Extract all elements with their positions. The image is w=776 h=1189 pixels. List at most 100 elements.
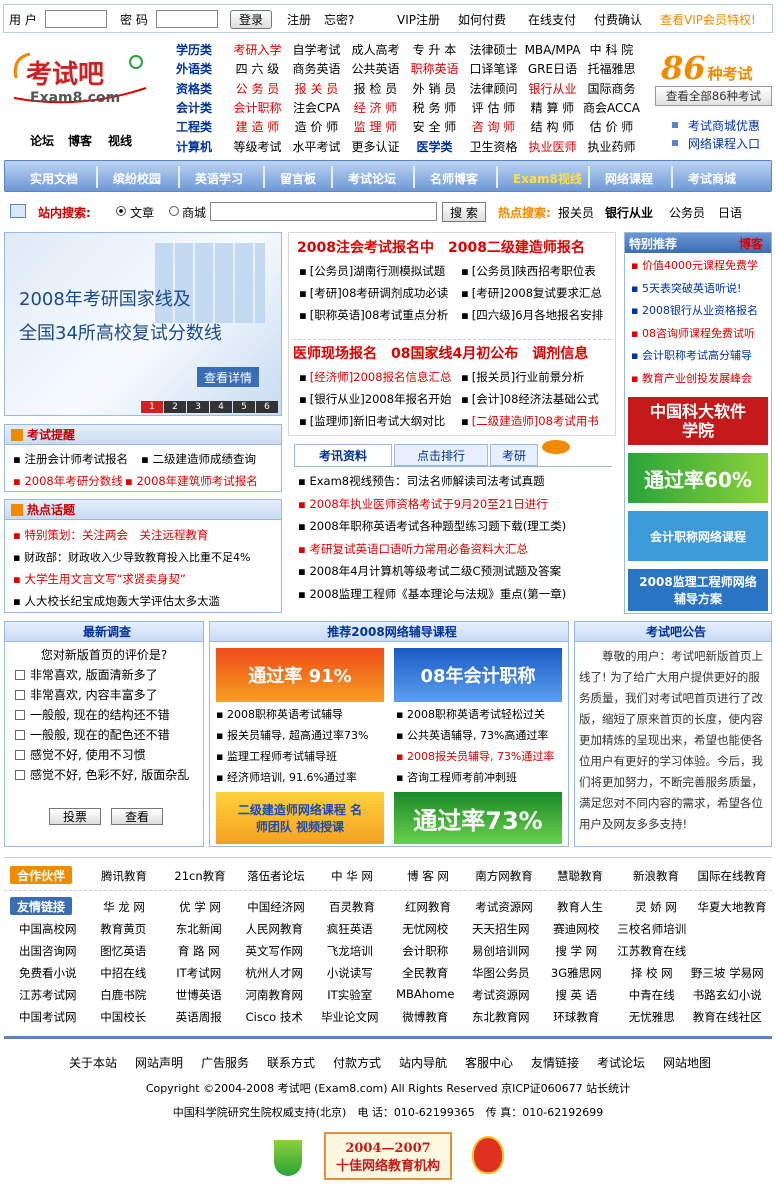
friend-link[interactable]: 中青在线 — [614, 987, 690, 1003]
footer-link[interactable]: 关于本站 — [60, 1054, 126, 1071]
news-item[interactable]: ▪ [考研]2008复试要求汇总 — [461, 285, 602, 301]
friend-link[interactable]: MBAhome — [388, 987, 464, 1003]
category-link[interactable]: 外 销 员 — [405, 80, 464, 97]
survey-checkbox[interactable] — [15, 669, 25, 680]
news-item[interactable]: ▪ [会计]08经济法基础公式 — [461, 391, 599, 407]
friend-link[interactable]: 考试资源网 — [466, 899, 542, 915]
friend-link[interactable]: 江苏考试网 — [10, 987, 86, 1003]
news-item[interactable]: ▪ [职称英语]08考试重点分析 — [299, 307, 448, 323]
partner-link[interactable]: 南方网教育 — [466, 868, 542, 884]
category-link[interactable]: 公 务 员 — [228, 80, 287, 97]
friend-link[interactable]: 华 龙 网 — [86, 899, 162, 915]
tab-ranking[interactable]: 点击排行 — [394, 444, 488, 466]
course-item[interactable]: ▪ 公共英语辅导, 73%高通过率 — [396, 727, 548, 743]
tab-news-item[interactable]: ▪ 2008年4月计算机等级考试二级C预测试题及答案 — [298, 563, 561, 579]
search-button[interactable]: 搜 索 — [442, 202, 486, 222]
category-link[interactable]: 经 济 师 — [346, 99, 405, 116]
news-item[interactable]: ▪ [报关员]行业前景分析 — [461, 369, 584, 385]
exam86-promo[interactable]: 86 种考试 查看全部86种考试 — [655, 44, 773, 108]
category-link[interactable]: 建 造 师 — [228, 118, 287, 135]
friend-link[interactable]: 赛迪网校 — [539, 921, 615, 937]
partner-link[interactable]: 国际在线教育 — [694, 868, 770, 884]
supervisor-course-banner[interactable]: 2008监理工程师网络辅导方案 — [628, 569, 768, 611]
friend-link[interactable]: 杭州人才网 — [237, 965, 313, 981]
special-item[interactable]: ▪ 价值4000元课程免费学 — [631, 257, 758, 273]
news-item[interactable]: ▪ [考研]08考研调剂成功必读 — [299, 285, 448, 301]
partner-link[interactable]: 中 华 网 — [314, 868, 390, 884]
nav-item[interactable]: 考试商城 — [688, 170, 736, 187]
friend-link[interactable]: 江苏教育在线 — [614, 943, 690, 959]
partner-link[interactable]: 落伍者论坛 — [238, 868, 314, 884]
friend-link[interactable]: 中国校长 — [86, 1009, 162, 1025]
special-item[interactable]: ▪ 08咨询师课程免费试听 — [631, 325, 755, 341]
tab-news-item[interactable]: ▪ 考研复试英语口语听力常用必备资料大汇总 — [298, 541, 528, 557]
footer-link[interactable]: 友情链接 — [522, 1054, 588, 1071]
category-link[interactable]: 执业医师 — [523, 138, 582, 155]
footer-link[interactable]: 联系方式 — [258, 1054, 324, 1071]
view-result-button[interactable]: 查看 — [111, 808, 163, 825]
category-link[interactable]: 考研入学 — [228, 41, 287, 58]
news-item[interactable]: ▪ [监理师]新旧考试大纲对比 — [299, 413, 445, 429]
friend-link[interactable]: 华夏大地教育 — [694, 899, 770, 915]
forum-link[interactable]: 论坛 — [30, 132, 54, 149]
nav-item[interactable]: 实用文档 — [30, 170, 78, 187]
course-item[interactable]: ▪ 咨询工程师考前冲刺班 — [396, 769, 517, 785]
vision-link[interactable]: 视线 — [108, 132, 132, 149]
friend-link[interactable]: Cisco 技术 — [237, 1009, 313, 1025]
friend-link[interactable]: 会计职称 — [388, 943, 464, 959]
tab-news-item[interactable]: ▪ 2008年执业医师资格考试于9月20至21日进行 — [298, 496, 548, 512]
survey-checkbox[interactable] — [15, 749, 25, 760]
friend-link[interactable]: IT实验室 — [312, 987, 388, 1003]
tab-news-item[interactable]: ▪ 2008年职称英语考试各种题型练习题下载(理工类) — [298, 518, 566, 534]
site-logo[interactable]: 考试吧 Exam8.com 论坛 博客 视线 — [6, 40, 171, 150]
footer-link[interactable]: 付款方式 — [324, 1054, 390, 1071]
friend-link[interactable]: 世博英语 — [161, 987, 237, 1003]
blog-link[interactable]: 博客 — [68, 132, 92, 149]
category-link[interactable]: 更多认证 — [346, 138, 405, 155]
special-item[interactable]: ▪ 会计职称考试高分辅导 — [631, 347, 752, 363]
friend-link[interactable]: 无忧雅思 — [614, 1009, 690, 1025]
category-link[interactable]: 咨 询 师 — [464, 118, 523, 135]
category-link[interactable]: 银行从业 — [523, 80, 582, 97]
remind-item[interactable]: ▪ 二级建造师成绩查询 — [141, 451, 256, 467]
nav-item[interactable]: 网络课程 — [605, 170, 653, 187]
hot-search-link[interactable]: 公务员 — [669, 204, 705, 221]
nav-item[interactable]: Exam8视线 — [513, 170, 582, 187]
friend-link[interactable]: 教育在线社区 — [690, 1009, 766, 1025]
hero-page-button[interactable]: 6 — [256, 401, 278, 413]
hot-item[interactable]: ▪ 人大校长纪宝成炮轰大学评估太多太滥 — [13, 593, 220, 609]
radio-mall[interactable] — [169, 206, 179, 216]
category-link[interactable]: 四 六 级 — [228, 60, 287, 77]
friend-link[interactable]: 中招在线 — [86, 965, 162, 981]
register-link[interactable]: 注册 — [287, 11, 311, 28]
course-item[interactable]: ▪ 经济师培训, 91.6%通过率 — [216, 769, 357, 785]
category-link[interactable]: 商会ACCA — [582, 99, 641, 116]
survey-option[interactable]: 感觉不好, 色彩不好, 版面杂乱 — [15, 766, 189, 783]
tab-kaoyan[interactable]: 考研 — [490, 444, 538, 466]
category-link[interactable]: 评 估 师 — [464, 99, 523, 116]
survey-option[interactable]: 非常喜欢, 版面清新多了 — [15, 666, 158, 683]
friend-link[interactable]: 书路玄幻小说 — [690, 987, 766, 1003]
friend-link[interactable]: 微博教育 — [388, 1009, 464, 1025]
search-input[interactable] — [210, 202, 437, 221]
hot-item[interactable]: ▪ 大学生用文言文写“求贤卖身契” — [13, 571, 186, 587]
nav-item[interactable]: 缤纷校园 — [113, 170, 161, 187]
partner-link[interactable]: 新浪教育 — [618, 868, 694, 884]
friend-link[interactable]: 3G雅思网 — [539, 965, 615, 981]
friend-link[interactable]: 优 学 网 — [162, 899, 238, 915]
hot-item[interactable]: ▪ 特别策划：关注两会 关注远程教育 — [13, 527, 208, 543]
tab-news-item[interactable]: ▪ Exam8视线预告：司法名师解读司法考试真题 — [298, 473, 545, 489]
friend-link[interactable]: 白鹿书院 — [86, 987, 162, 1003]
accounting-course-banner[interactable]: 会计职称网络课程 — [628, 511, 768, 561]
category-link[interactable]: 公共英语 — [346, 60, 405, 77]
category-link[interactable]: 会计职称 — [228, 99, 287, 116]
friend-link[interactable]: 天天招生网 — [463, 921, 539, 937]
category-link[interactable]: 等级考试 — [228, 138, 287, 155]
friend-link[interactable]: 百灵教育 — [314, 899, 390, 915]
survey-checkbox[interactable] — [15, 689, 25, 700]
news-item[interactable]: ▪ [四六级]6月各地报名安排 — [461, 307, 603, 323]
category-link[interactable]: 托福雅思 — [582, 60, 641, 77]
friend-link[interactable]: 易创培训网 — [463, 943, 539, 959]
category-link[interactable]: 精 算 师 — [523, 99, 582, 116]
friend-link[interactable]: 英语周报 — [161, 1009, 237, 1025]
